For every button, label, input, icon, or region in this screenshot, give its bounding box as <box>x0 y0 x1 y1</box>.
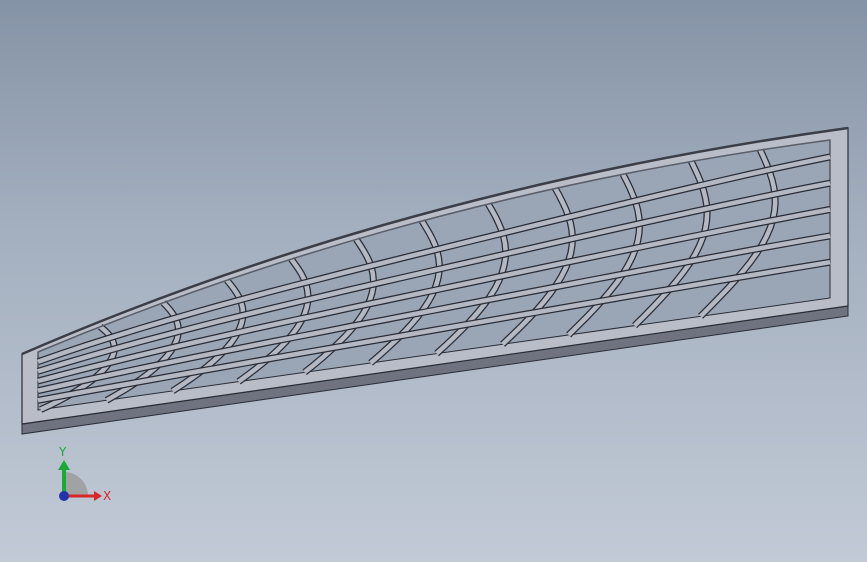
triad-z-axis <box>59 491 69 501</box>
triad-x-arrow <box>94 491 102 501</box>
triad-y-label: Y <box>58 445 67 459</box>
triad-plane-arc <box>64 472 88 496</box>
triad-y-arrow <box>58 460 70 470</box>
triad-x-label: X <box>103 489 111 503</box>
graphics-viewport[interactable] <box>0 0 867 562</box>
lattice-panel-model[interactable] <box>21 126 849 435</box>
orientation-triad[interactable]: Y X <box>44 436 124 516</box>
